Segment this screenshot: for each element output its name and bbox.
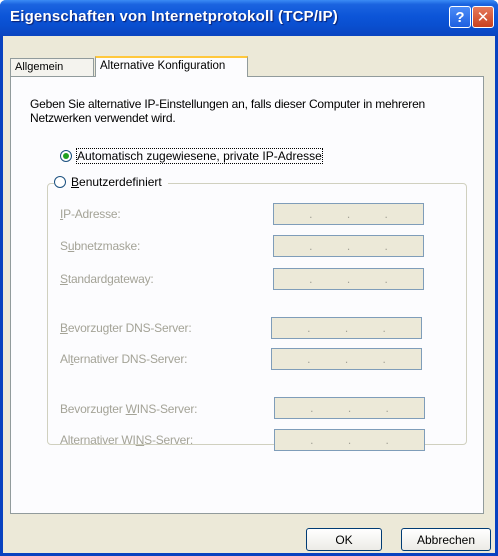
default-gateway-input[interactable]: ... bbox=[273, 268, 424, 290]
tab-alternative-konfiguration[interactable]: Alternative Konfiguration bbox=[95, 56, 248, 77]
alternate-wins-label: Alternativer WINS-Server: bbox=[60, 433, 194, 447]
radio-selected-dot bbox=[63, 153, 69, 159]
window-title: Eigenschaften von Internetprotokoll (TCP… bbox=[10, 8, 338, 25]
radio-custom-row[interactable]: Benutzerdefiniert bbox=[54, 174, 168, 190]
alternate-wins-input[interactable]: ... bbox=[274, 429, 425, 451]
tab-allgemein[interactable]: Allgemein bbox=[10, 58, 94, 76]
title-bar[interactable]: Eigenschaften von Internetprotokoll (TCP… bbox=[0, 0, 498, 36]
radio-custom-label: Benutzerdefiniert bbox=[71, 175, 162, 189]
help-button[interactable]: ? bbox=[449, 6, 471, 28]
radio-auto[interactable] bbox=[60, 150, 72, 162]
radio-auto-row[interactable]: Automatisch zugewiesene, private IP-Adre… bbox=[60, 148, 323, 164]
preferred-wins-input[interactable]: ... bbox=[274, 397, 425, 419]
preferred-dns-label: Bevorzugter DNS-Server: bbox=[60, 321, 192, 335]
default-gateway-label: Standardgateway: bbox=[60, 272, 154, 286]
ok-button[interactable]: OK bbox=[306, 528, 382, 551]
help-icon: ? bbox=[455, 8, 465, 26]
radio-custom[interactable] bbox=[54, 176, 66, 188]
subnet-mask-label: Subnetzmaske: bbox=[60, 239, 141, 253]
close-icon: ✕ bbox=[476, 9, 490, 26]
ip-address-input[interactable]: ... bbox=[273, 203, 424, 225]
cancel-button[interactable]: Abbrechen bbox=[401, 528, 491, 551]
tab-panel: Geben Sie alternative IP-Einstellungen a… bbox=[10, 76, 484, 514]
subnet-mask-input[interactable]: ... bbox=[273, 235, 424, 257]
alternate-dns-input[interactable]: ... bbox=[271, 348, 422, 370]
alternate-dns-label: Alternativer DNS-Server: bbox=[60, 352, 188, 366]
preferred-wins-label: Bevorzugter WINS-Server: bbox=[60, 402, 198, 416]
radio-auto-label: Automatisch zugewiesene, private IP-Adre… bbox=[76, 148, 323, 164]
close-button[interactable]: ✕ bbox=[472, 6, 494, 28]
description-text: Geben Sie alternative IP-Einstellungen a… bbox=[30, 97, 426, 125]
ip-address-label: IP-Adresse: bbox=[60, 207, 121, 221]
preferred-dns-input[interactable]: ... bbox=[271, 317, 422, 339]
